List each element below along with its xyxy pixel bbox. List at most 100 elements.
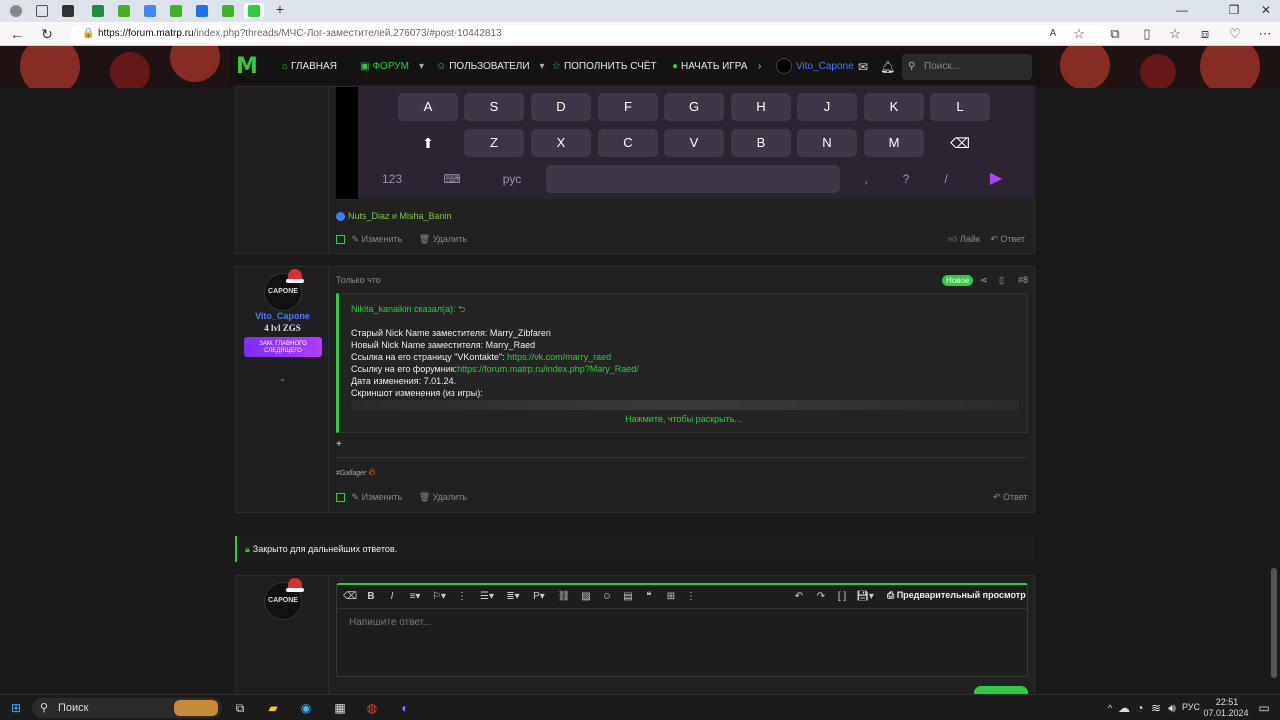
- nav-forum[interactable]: ▣ ФОРУМ ▾: [360, 50, 424, 84]
- tab-sheet2-icon[interactable]: [88, 3, 108, 19]
- bbcode-icon[interactable]: [ ]: [835, 591, 849, 602]
- onedrive-icon[interactable]: ☁: [1116, 700, 1132, 716]
- tab-w3-icon[interactable]: [218, 3, 238, 19]
- reply-textarea[interactable]: Напишите ответ...: [349, 617, 1009, 673]
- tab-matrp-active[interactable]: [244, 3, 264, 19]
- maximize-button[interactable]: ❐: [1224, 3, 1244, 17]
- like-link[interactable]: 👍︎ Лайк: [948, 234, 980, 244]
- task-view-icon[interactable]: ⧉: [232, 700, 248, 716]
- redo-icon[interactable]: ↷: [814, 591, 828, 602]
- select-checkbox[interactable]: [336, 235, 345, 245]
- tab-docs-icon[interactable]: [140, 3, 160, 19]
- inbox-icon[interactable]: ✉: [858, 50, 868, 84]
- table-icon[interactable]: ⊞: [664, 591, 678, 602]
- split-screen-icon[interactable]: ▯: [1138, 26, 1156, 42]
- bold-icon[interactable]: B: [364, 591, 378, 602]
- nav-play[interactable]: ● НАЧАТЬ ИГРА: [672, 50, 747, 84]
- paragraph-icon[interactable]: P▾: [529, 591, 549, 602]
- more-vertical-icon[interactable]: ⋮: [455, 591, 469, 602]
- reactions-bar[interactable]: Nuts_Diaz и Misha_Banin: [336, 211, 452, 222]
- key-label: M: [864, 129, 924, 157]
- eraser-icon[interactable]: ⌫: [343, 591, 357, 602]
- scrollbar-thumb[interactable]: [1271, 568, 1277, 678]
- reply-link[interactable]: ↶ Ответ: [990, 234, 1025, 244]
- preview-button[interactable]: ⎙ Предварительный просмотр: [887, 590, 1026, 601]
- site-logo[interactable]: M: [236, 55, 258, 79]
- emoji-icon[interactable]: ☺: [600, 591, 614, 602]
- collections-icon[interactable]: ⧈: [1196, 26, 1214, 42]
- windows-start-icon[interactable]: ⊞: [8, 700, 24, 716]
- chevron-down-icon[interactable]: ⌄: [236, 373, 329, 384]
- volume-icon[interactable]: 🔊︎: [1164, 700, 1180, 716]
- edit-link[interactable]: ✎ Изменить: [352, 492, 403, 502]
- post-time[interactable]: Только что: [336, 275, 381, 285]
- search-input[interactable]: ⚲ Поиск...: [902, 54, 1032, 80]
- network-icon[interactable]: ◔: [1132, 700, 1148, 716]
- reply-editor-container: CAPONE ⌫ B I ≡▾ ⚐▾ ⋮ ☰▾ ≣▾ P▾ ⛓ ▨ ☺ ▤ ❝ …: [235, 575, 1035, 700]
- clock-time[interactable]: 22:51: [1206, 697, 1248, 707]
- tab-sheet-icon[interactable]: [58, 3, 78, 19]
- nav-topup[interactable]: ☆ ПОПОЛНИТЬ СЧЁТ: [552, 50, 657, 84]
- clock-date[interactable]: 07.01.2024: [1200, 708, 1252, 718]
- quote-icon[interactable]: ❝: [642, 591, 656, 602]
- post-number[interactable]: #8: [1018, 275, 1028, 285]
- page-scrollbar[interactable]: [1268, 88, 1280, 694]
- extensions-icon[interactable]: ⧉: [1106, 26, 1124, 42]
- chrome-icon[interactable]: ◍: [364, 700, 380, 716]
- reply-link[interactable]: ↶ Ответ: [993, 492, 1028, 503]
- tab-groups-icon[interactable]: [32, 3, 52, 19]
- color-icon[interactable]: ⚐▾: [429, 591, 449, 602]
- discord-icon[interactable]: ◐: [397, 700, 413, 716]
- embedded-screenshot-keyboard[interactable]: A S D F G H J K L ⬆ Z X C V B N M ⌫ 123 …: [336, 87, 1035, 199]
- quote-author[interactable]: Nikita_kanaikin сказал(а): ⮌: [351, 302, 465, 318]
- close-window-button[interactable]: ✕: [1256, 3, 1276, 17]
- favorites-icon[interactable]: ☆: [1166, 26, 1184, 42]
- vk-link[interactable]: https://vk.com/marry_raed: [507, 352, 611, 362]
- text-style-icon[interactable]: ≡▾: [405, 591, 425, 602]
- edit-link[interactable]: ✎ Изменить: [352, 234, 403, 244]
- taskbar-search[interactable]: ⚲ Поиск: [32, 698, 222, 718]
- bell-icon[interactable]: 🔔︎: [880, 50, 895, 84]
- italic-icon[interactable]: I: [385, 591, 399, 602]
- tab-w-icon[interactable]: [114, 3, 134, 19]
- delete-link[interactable]: 🗑︎ Удалить: [419, 234, 467, 244]
- image-icon[interactable]: ▨: [579, 591, 593, 602]
- profile-icon[interactable]: [6, 3, 26, 19]
- bookmark-icon[interactable]: ▯: [999, 275, 1004, 286]
- share-icon[interactable]: ⋖: [980, 275, 988, 286]
- edge-browser-icon[interactable]: ◉: [298, 700, 314, 716]
- url-field[interactable]: 🔒 https://forum.matrp.ru/index.php?threa…: [70, 25, 1110, 43]
- browser-essentials-icon[interactable]: ♡: [1226, 26, 1244, 42]
- new-tab-button[interactable]: +: [270, 1, 290, 17]
- address-bar-row: ← ↻ 🔒 https://forum.matrp.ru/index.php?t…: [0, 22, 1280, 46]
- tab-w2-icon[interactable]: [166, 3, 186, 19]
- nav-home[interactable]: ⌂ ГЛАВНАЯ: [282, 50, 337, 84]
- reload-icon[interactable]: ↻: [38, 26, 56, 42]
- save-draft-icon[interactable]: 💾︎▾: [855, 591, 875, 602]
- settings-menu-icon[interactable]: ⋯: [1256, 26, 1274, 42]
- expand-quote-link[interactable]: Нажмите, чтобы раскрыть...: [339, 414, 1028, 424]
- nav-more-icon[interactable]: ›: [758, 50, 761, 84]
- language-indicator[interactable]: РУС: [1182, 702, 1200, 712]
- file-explorer-icon[interactable]: ▰: [265, 700, 281, 716]
- nav-user[interactable]: Vito_Capone: [776, 50, 854, 84]
- tab-chat-icon[interactable]: [192, 3, 212, 19]
- notifications-icon[interactable]: ▭: [1256, 700, 1272, 716]
- calculator-icon[interactable]: ▦: [332, 700, 348, 716]
- forum-link[interactable]: https://forum.matrp.ru/index.php?Mary_Ra…: [457, 364, 639, 374]
- favorite-star-icon[interactable]: ☆: [1070, 26, 1088, 42]
- select-checkbox[interactable]: [336, 493, 345, 503]
- minimize-button[interactable]: —: [1172, 3, 1192, 17]
- wifi-icon[interactable]: ≋: [1148, 700, 1164, 716]
- more-vertical-icon[interactable]: ⋮: [684, 591, 698, 602]
- back-icon[interactable]: ←: [8, 26, 26, 42]
- read-aloud-icon[interactable]: A: [1044, 26, 1062, 42]
- align-icon[interactable]: ≣▾: [503, 591, 523, 602]
- undo-icon[interactable]: ↶: [792, 591, 806, 602]
- delete-link[interactable]: 🗑︎ Удалить: [419, 492, 467, 502]
- media-icon[interactable]: ▤: [621, 591, 635, 602]
- list-icon[interactable]: ☰▾: [477, 591, 497, 602]
- nav-users[interactable]: ☺ ПОЛЬЗОВАТЕЛИ ▾: [436, 50, 545, 84]
- author-name[interactable]: Vito_Capone: [236, 311, 329, 321]
- link-icon[interactable]: ⛓: [557, 591, 571, 602]
